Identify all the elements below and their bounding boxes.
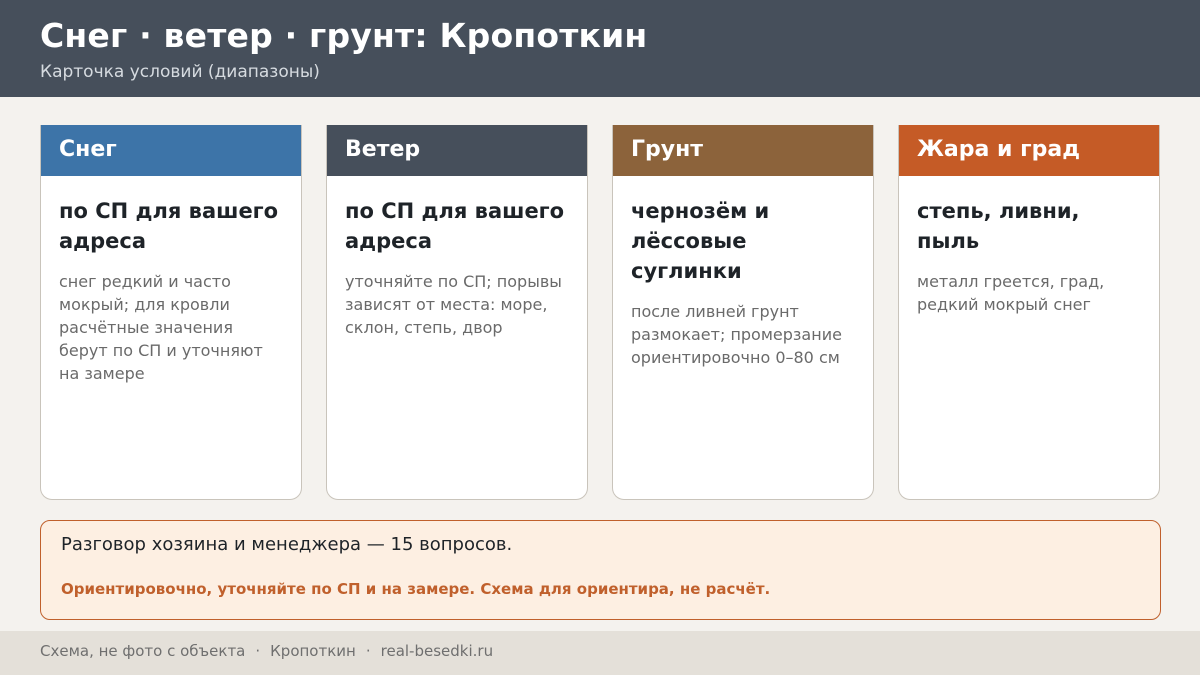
footer-separator: · [255, 642, 261, 660]
notice-box: Разговор хозяина и менеджера — 15 вопрос… [40, 520, 1161, 620]
footer-separator: · [365, 642, 371, 660]
page-header: Снег · ветер · грунт: Кропоткин Карточка… [0, 0, 1200, 97]
footer-caption: Схема, не фото с объекта [40, 642, 246, 660]
page-footer: Схема, не фото с объекта · Кропоткин · real-… [0, 631, 1200, 675]
card-header-soil: Грунт [613, 125, 873, 176]
footer-site-link[interactable]: real-besedki.ru [381, 642, 493, 660]
card-note-snow: снег редкий и часто мокрый; для кровли р… [59, 272, 263, 383]
card-headline-snow: по СП для вашего адреса [59, 199, 279, 253]
card-headline-heat-hail: степь, ливни, пыль [917, 199, 1080, 253]
footer-city: Кропоткин [270, 642, 356, 660]
card-snow: Снег по СП для вашего адреса снег редкий… [40, 125, 302, 500]
card-note-wind: уточняйте по СП; порывы зависят от места… [345, 272, 562, 337]
disclaimer-text: Ориентировочно, уточняйте по СП и на зам… [61, 580, 771, 598]
card-note-soil: после ливней грунт размокает; промерзани… [631, 302, 842, 367]
card-headline-wind: по СП для вашего адреса [345, 199, 565, 253]
notice-text: Разговор хозяина и менеджера — 15 вопрос… [61, 534, 513, 555]
card-note-heat-hail: металл греется, град, редкий мокрый снег [917, 272, 1105, 314]
conditions-cards: Снег по СП для вашего адреса снег редкий… [40, 125, 1161, 500]
card-header-wind: Ветер [327, 125, 587, 176]
card-header-snow: Снег [41, 125, 301, 176]
page-subtitle: Карточка условий (диапазоны) [40, 62, 320, 82]
page-title: Снег · ветер · грунт: Кропоткин [40, 16, 648, 55]
card-wind: Ветер по СП для вашего адреса уточняйте … [326, 125, 588, 500]
card-heat-hail: Жара и град степь, ливни, пыль металл гр… [898, 125, 1160, 500]
card-soil: Грунт чернозём и лёссовые суглинки после… [612, 125, 874, 500]
card-header-heat-hail: Жара и град [899, 125, 1159, 176]
card-headline-soil: чернозём и лёссовые суглинки [631, 199, 770, 283]
